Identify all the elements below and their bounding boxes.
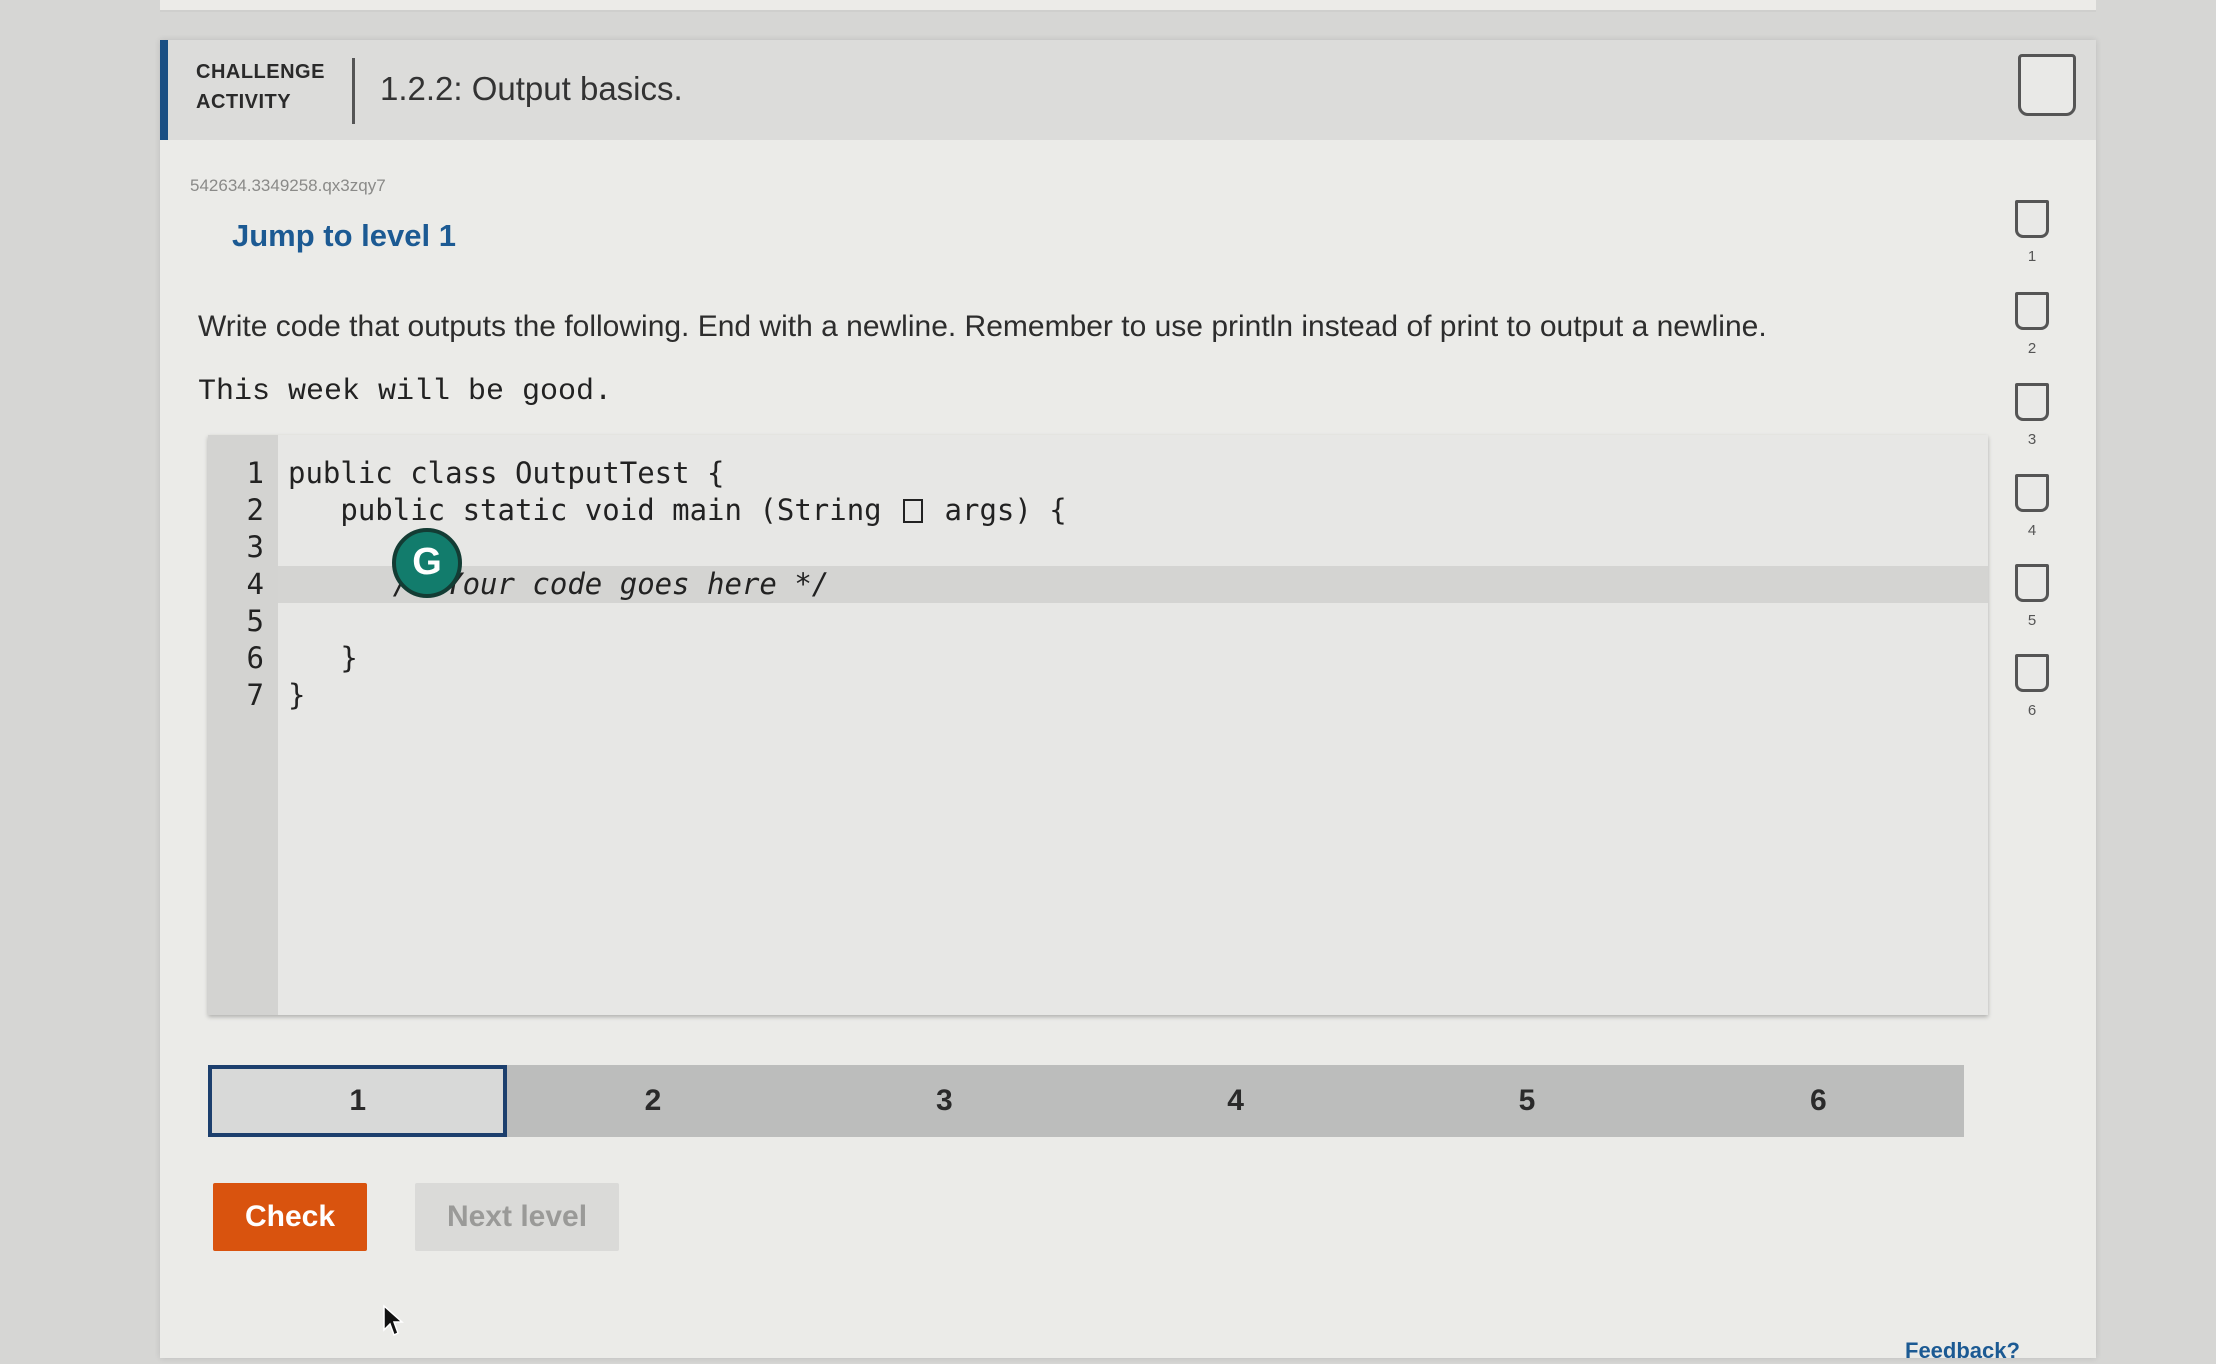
code-line-7[interactable]: } xyxy=(288,677,305,714)
activity-title: 1.2.2: Output basics. xyxy=(380,70,683,107)
level-tab-4[interactable]: 4 xyxy=(1090,1065,1381,1137)
completion-badge-icon xyxy=(2018,54,2076,116)
side-level-number: 1 xyxy=(2027,248,2037,265)
feedback-link[interactable]: Feedback? xyxy=(1905,1338,2020,1364)
side-level-number: 5 xyxy=(2027,612,2037,629)
line-number: 1 xyxy=(246,456,264,490)
instructions-text: Write code that outputs the following. E… xyxy=(198,310,1767,343)
level-tab-3[interactable]: 3 xyxy=(799,1065,1090,1137)
check-button[interactable]: Check xyxy=(213,1183,367,1251)
activity-id: 542634.3349258.qx3zqy7 xyxy=(190,176,386,195)
level-badge-icon xyxy=(2015,200,2049,238)
activity-header: CHALLENGE ACTIVITY 1.2.2: Output basics. xyxy=(160,40,2096,140)
jump-to-level-link[interactable]: Jump to level 1 xyxy=(232,218,456,254)
side-level-number: 3 xyxy=(2027,431,2037,448)
level-tab-6[interactable]: 6 xyxy=(1673,1065,1964,1137)
code-line-4-comment[interactable]: /* Your code goes here */ xyxy=(288,566,830,603)
side-level-number: 2 xyxy=(2027,340,2037,357)
level-badge-icon xyxy=(2015,654,2049,692)
code-line-1[interactable]: public class OutputTest { xyxy=(288,455,725,492)
grammarly-icon[interactable]: G xyxy=(392,528,462,598)
side-level-3: 3 xyxy=(2002,383,2062,448)
level-selector: 1 2 3 4 5 6 xyxy=(208,1065,1964,1137)
expected-output: This week will be good. xyxy=(198,375,613,409)
side-level-number: 6 xyxy=(2027,702,2037,719)
level-badge-icon xyxy=(2015,383,2049,421)
side-level-number: 4 xyxy=(2027,522,2037,539)
level-badge-icon xyxy=(2015,564,2049,602)
code-line-6[interactable]: } xyxy=(288,640,357,677)
level-tab-2[interactable]: 2 xyxy=(507,1065,798,1137)
line-number: 4 xyxy=(246,567,264,601)
array-brackets-glyph xyxy=(903,499,924,523)
side-level-1: 1 xyxy=(2002,200,2062,265)
line-number: 6 xyxy=(246,641,264,675)
side-level-4: 4 xyxy=(2002,474,2062,539)
line-number: 3 xyxy=(246,530,264,564)
side-level-6: 6 xyxy=(2002,654,2062,719)
next-level-button[interactable]: Next level xyxy=(415,1183,619,1251)
challenge-activity-label: CHALLENGE ACTIVITY xyxy=(196,61,325,113)
code-line-2[interactable]: public static void main (String args) { xyxy=(288,492,1067,529)
side-level-2: 2 xyxy=(2002,292,2062,357)
level-tab-1[interactable]: 1 xyxy=(208,1065,508,1137)
side-level-5: 5 xyxy=(2002,564,2062,629)
level-badge-icon xyxy=(2015,292,2049,330)
level-tab-5[interactable]: 5 xyxy=(1381,1065,1672,1137)
code-line-2-end: args) { xyxy=(927,493,1067,527)
mouse-cursor-icon xyxy=(382,1304,404,1343)
code-line-2-start: public static void main (String xyxy=(288,493,900,527)
level-badge-icon xyxy=(2015,474,2049,512)
top-strip xyxy=(160,0,2096,12)
code-editor[interactable]: 1 2 3 4 5 6 7 public class OutputTest { … xyxy=(208,435,1988,1015)
header-divider xyxy=(352,58,355,124)
line-number: 7 xyxy=(246,678,264,712)
line-number: 5 xyxy=(246,604,264,638)
line-number: 2 xyxy=(246,493,264,527)
challenge-activity-card: CHALLENGE ACTIVITY 1.2.2: Output basics.… xyxy=(160,40,2096,1363)
